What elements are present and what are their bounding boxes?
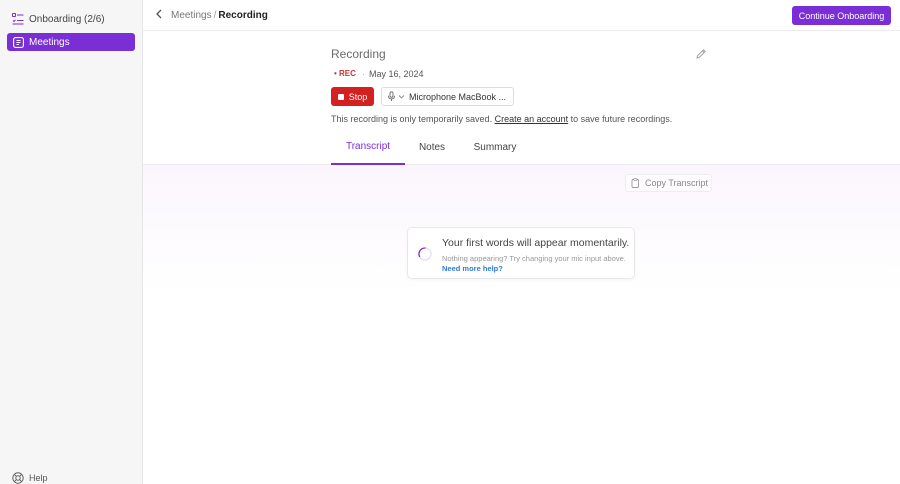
onboarding-icon bbox=[12, 13, 24, 25]
continue-onboarding-button[interactable]: Continue Onboarding bbox=[792, 6, 891, 25]
copy-transcript-button[interactable]: Copy Transcript bbox=[625, 174, 712, 192]
copy-transcript-label: Copy Transcript bbox=[645, 178, 709, 188]
spinner-icon bbox=[418, 247, 432, 261]
breadcrumb-meetings[interactable]: Meetings bbox=[171, 10, 212, 21]
notice-text: This recording is only temporarily saved… bbox=[331, 114, 493, 124]
breadcrumb-current: Recording bbox=[218, 10, 268, 21]
mic-icon bbox=[387, 91, 396, 102]
date-separator: · bbox=[362, 69, 365, 79]
back-icon bbox=[155, 9, 163, 22]
top-bar: Meetings / Recording Continue Onboarding bbox=[143, 0, 900, 31]
empty-state-hint: Nothing appearing? Try changing your mic… bbox=[442, 254, 626, 263]
tab-summary[interactable]: Summary bbox=[459, 130, 531, 165]
date-text: May 16, 2024 bbox=[369, 69, 424, 79]
mic-input-select[interactable]: Microphone MacBook ... bbox=[381, 87, 514, 106]
need-more-help-link[interactable]: Need more help? bbox=[442, 264, 503, 273]
help-label: Help bbox=[29, 473, 48, 483]
notice-suffix: to save future recordings. bbox=[570, 114, 673, 124]
sidebar-item-meetings[interactable]: Meetings bbox=[7, 33, 135, 51]
tab-transcript[interactable]: Transcript bbox=[331, 130, 405, 165]
mic-select-value: Microphone MacBook ... bbox=[409, 91, 507, 102]
stop-square-icon bbox=[337, 93, 344, 100]
meetings-icon bbox=[12, 36, 24, 48]
create-account-link[interactable]: Create an account bbox=[495, 114, 569, 124]
tab-bar: Transcript Notes Summary bbox=[143, 130, 900, 165]
tab-notes[interactable]: Notes bbox=[405, 130, 459, 165]
rec-indicator: • REC bbox=[334, 69, 356, 78]
empty-state-title: Your first words will appear momentarily… bbox=[442, 237, 630, 249]
breadcrumb-separator: / bbox=[213, 10, 217, 21]
sidebar: Onboarding (2/6) Meetings Help bbox=[0, 0, 143, 484]
sidebar-item-label: Meetings bbox=[29, 36, 70, 48]
transcript-panel bbox=[143, 165, 900, 484]
stop-label: Stop bbox=[348, 91, 368, 102]
page-title[interactable]: Recording bbox=[331, 47, 386, 61]
help-button[interactable]: Help bbox=[7, 469, 67, 484]
edit-icon[interactable] bbox=[695, 48, 707, 60]
sidebar-item-onboarding[interactable]: Onboarding (2/6) bbox=[7, 10, 135, 28]
temporary-save-notice: This recording is only temporarily saved… bbox=[331, 114, 672, 124]
back-button[interactable] bbox=[152, 8, 166, 22]
copy-icon bbox=[631, 178, 640, 188]
meeting-date: · May 16, 2024 bbox=[362, 69, 424, 79]
breadcrumb: Meetings / Recording bbox=[171, 10, 268, 21]
empty-state-subtitle: Nothing appearing? Try changing your mic… bbox=[442, 254, 628, 274]
sidebar-item-label: Onboarding (2/6) bbox=[29, 13, 105, 25]
help-icon bbox=[12, 472, 24, 484]
stop-button[interactable]: Stop bbox=[331, 87, 374, 106]
empty-transcript-card: Your first words will appear momentarily… bbox=[407, 227, 635, 279]
chevron-down-icon bbox=[398, 93, 405, 100]
